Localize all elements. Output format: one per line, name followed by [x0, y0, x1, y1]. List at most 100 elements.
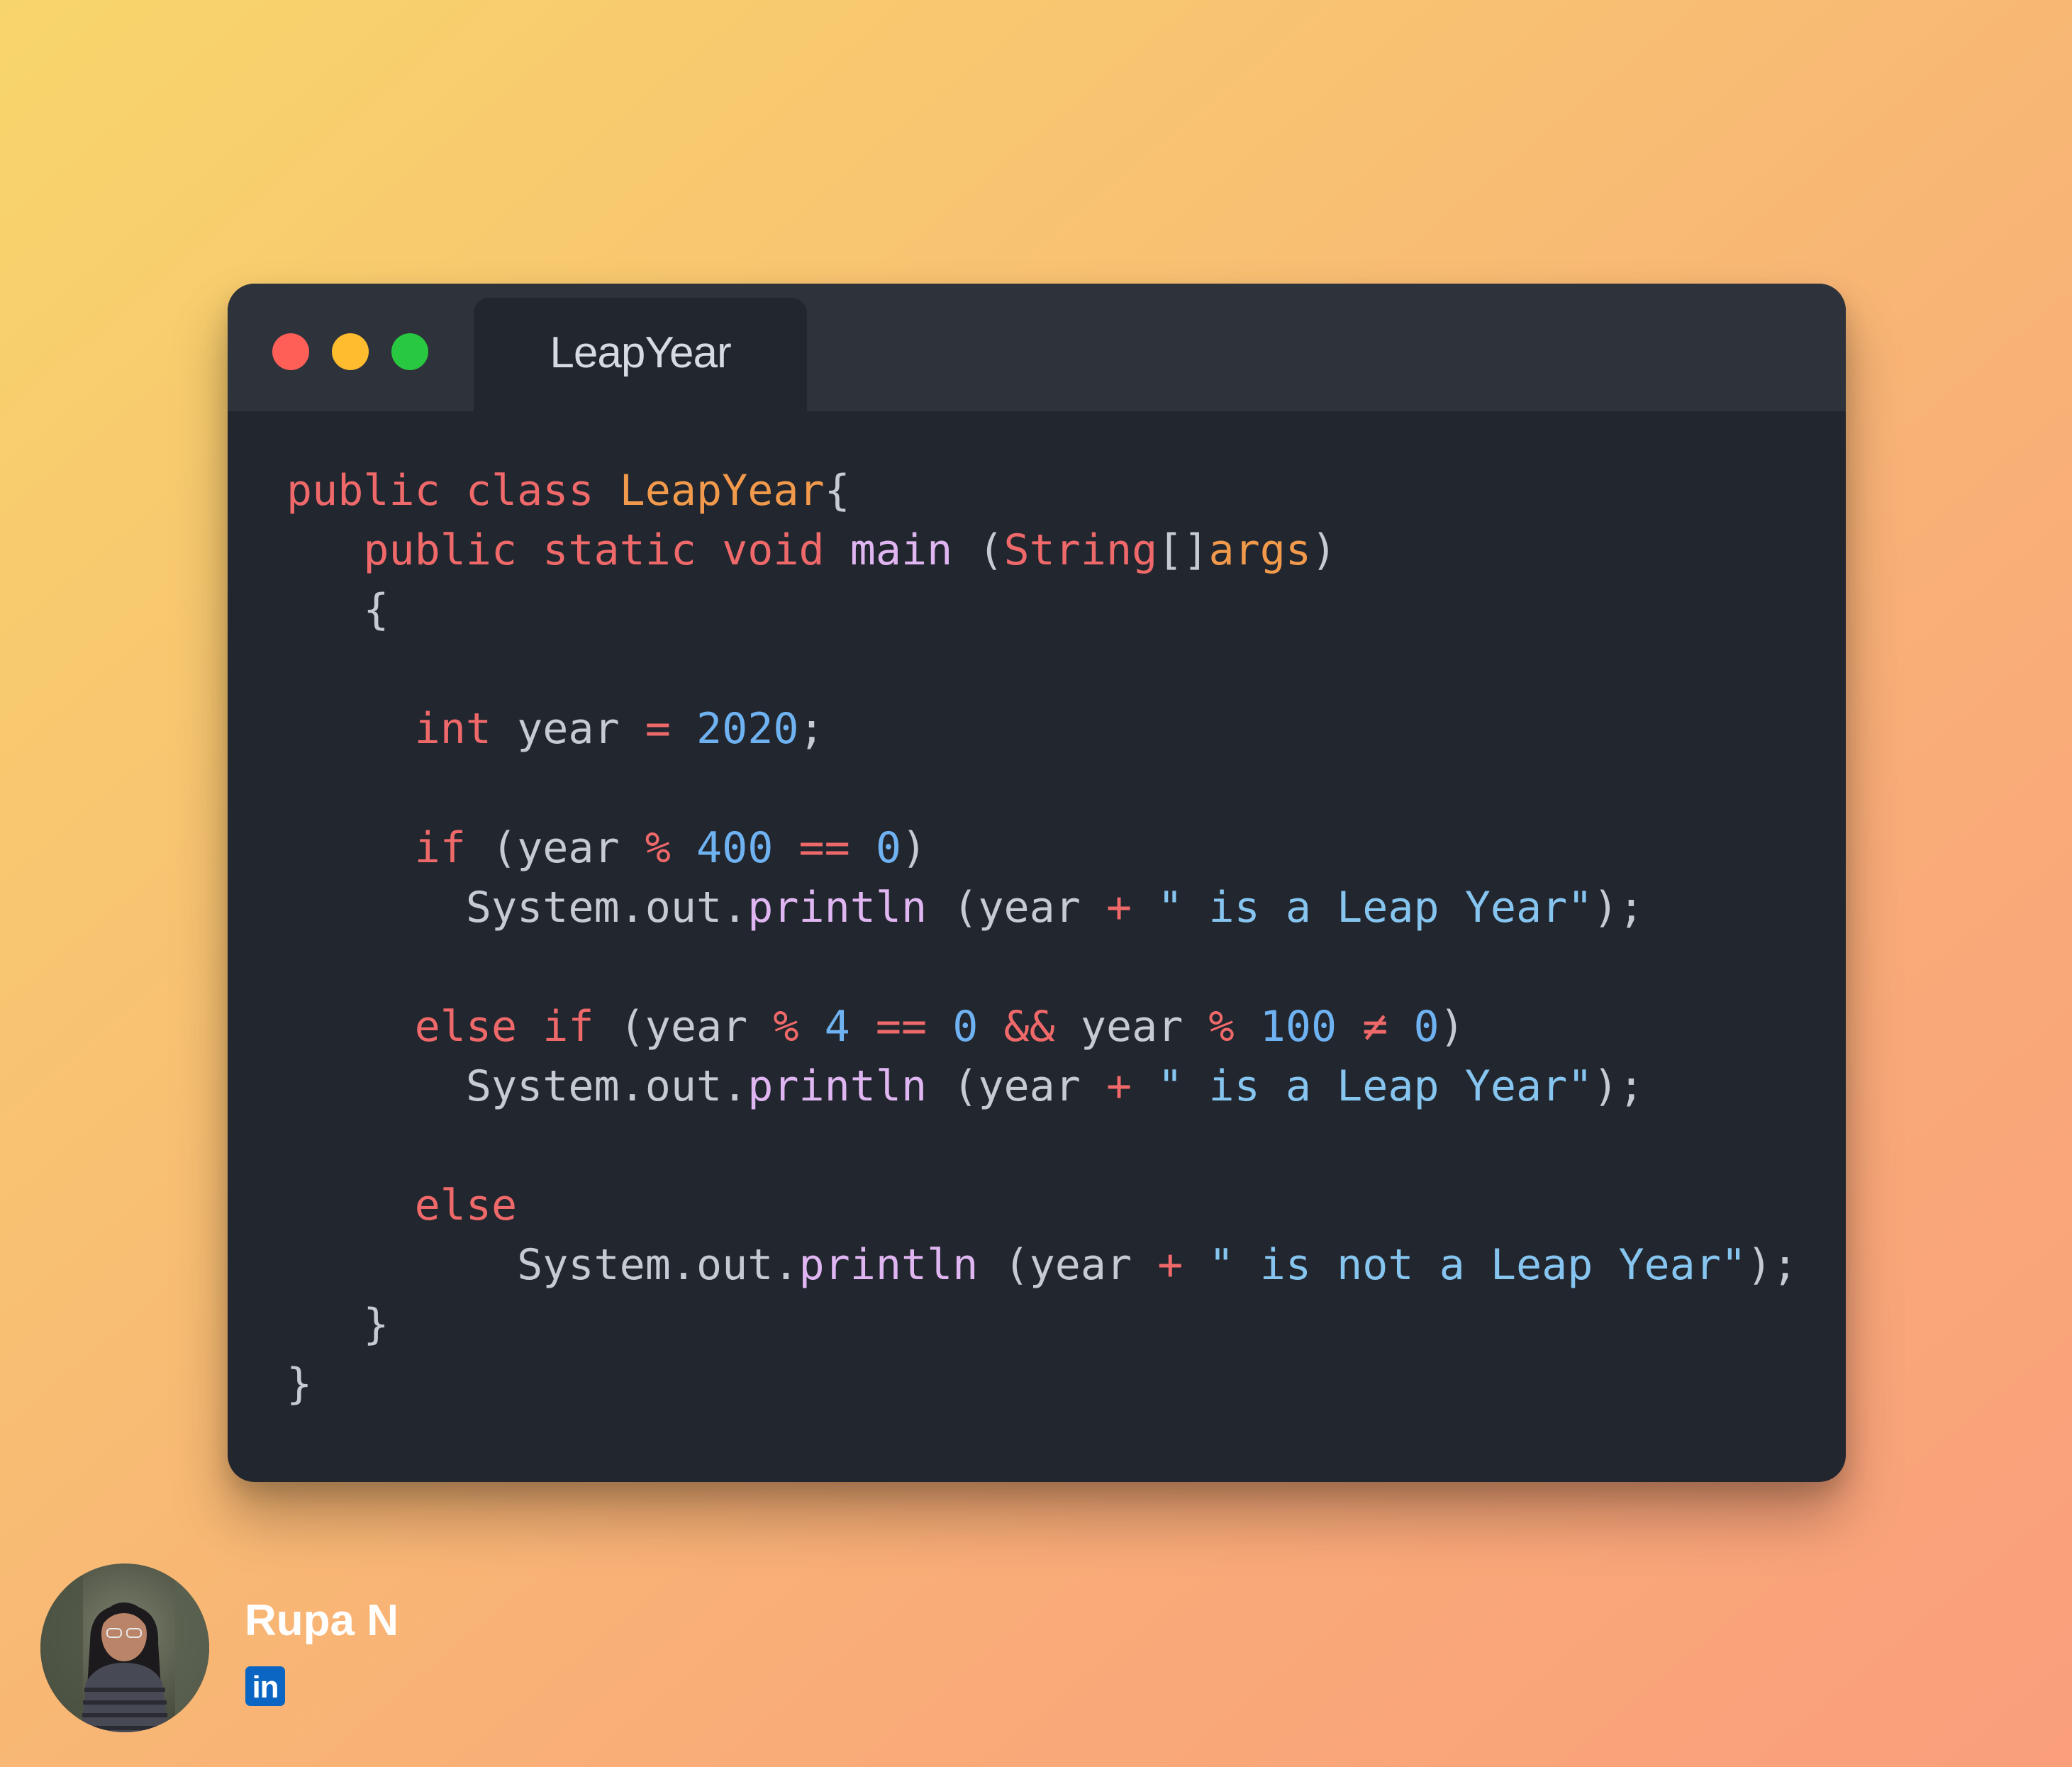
code-token: LeapYear — [619, 466, 825, 515]
tab-leapyear[interactable]: LeapYear — [474, 298, 807, 411]
code-token: ( — [952, 525, 1004, 575]
code-token: { — [824, 466, 850, 515]
close-window-button[interactable] — [272, 333, 309, 370]
author-name: Rupa N — [245, 1596, 399, 1645]
code-token: public class — [286, 466, 620, 515]
code-line: public static void main (String[]args) — [286, 520, 1798, 580]
code-token: ); — [1593, 883, 1644, 932]
code-token: println — [798, 1240, 979, 1290]
code-token: System.out. — [286, 883, 748, 932]
code-token: 2020 — [696, 704, 799, 754]
code-token: ; — [798, 704, 825, 754]
code-token: 0 — [875, 823, 901, 873]
code-token: 400 — [696, 823, 774, 873]
maximize-window-button[interactable] — [391, 333, 428, 370]
code-token: (year — [927, 883, 1106, 932]
linkedin-icon[interactable]: in — [245, 1666, 285, 1706]
code-token: = — [645, 704, 671, 754]
code-token: public static void — [363, 525, 850, 575]
code-token: else if — [414, 1002, 594, 1052]
code-token: 4 — [824, 1002, 850, 1052]
code-token: + — [1105, 1061, 1132, 1111]
code-line: System.out.println (year + " is not a Le… — [286, 1235, 1798, 1295]
code-token: % — [1208, 1002, 1235, 1052]
code-token: args — [1208, 525, 1311, 575]
minimize-window-button[interactable] — [332, 333, 369, 370]
code-token: (year — [927, 1061, 1106, 1111]
tab-label: LeapYear — [550, 328, 731, 377]
code-token: (year — [465, 823, 645, 873]
code-window: LeapYear public class LeapYear{ public s… — [228, 284, 1846, 1482]
code-editor[interactable]: public class LeapYear{ public static voi… — [286, 461, 1798, 1414]
code-token: year — [1054, 1002, 1209, 1052]
code-token: 0 — [952, 1002, 979, 1052]
code-line: public class LeapYear{ — [286, 461, 1798, 520]
code-token: + — [1157, 1240, 1183, 1290]
code-token: println — [747, 1061, 928, 1111]
code-line: } — [286, 1295, 1798, 1354]
code-token: + — [1105, 883, 1132, 932]
code-line: System.out.println (year + " is a Leap Y… — [286, 1057, 1798, 1116]
code-token: System.out. — [286, 1061, 748, 1111]
code-token: } — [286, 1300, 389, 1349]
code-line: else — [286, 1176, 1798, 1235]
code-token: [] — [1157, 525, 1209, 575]
code-token: ≠ — [1362, 1002, 1388, 1052]
code-line: int year = 2020; — [286, 699, 1798, 759]
code-token: println — [747, 883, 928, 932]
code-token: == — [798, 823, 850, 873]
code-token: 0 — [1413, 1002, 1439, 1052]
code-token: ) — [1310, 525, 1337, 575]
code-token: 100 — [1259, 1002, 1337, 1052]
code-line: if (year % 400 == 0) — [286, 818, 1798, 878]
code-token: (year — [594, 1002, 774, 1052]
code-token: else — [414, 1181, 518, 1230]
code-token: " is not a Leap Year" — [1208, 1240, 1747, 1290]
code-token: % — [773, 1002, 799, 1052]
code-token: " is a Leap Year" — [1157, 883, 1593, 932]
code-token: System.out. — [286, 1240, 799, 1290]
code-token: == — [875, 1002, 928, 1052]
code-line: System.out.println (year + " is a Leap Y… — [286, 878, 1798, 937]
code-token: } — [286, 1359, 313, 1409]
author-card: Rupa N in — [40, 1563, 608, 1734]
code-token: year — [491, 704, 645, 754]
code-line: else if (year % 4 == 0 && year % 100 ≠ 0… — [286, 997, 1798, 1057]
code-token: { — [286, 585, 389, 635]
code-token: (year — [978, 1240, 1158, 1290]
code-token: ); — [1593, 1061, 1644, 1111]
code-token: ) — [1439, 1002, 1465, 1052]
code-line: } — [286, 1354, 1798, 1414]
code-token: ) — [901, 823, 928, 873]
code-token: % — [645, 823, 671, 873]
code-token: main — [850, 525, 953, 575]
code-token: ); — [1747, 1240, 1798, 1290]
code-token: int — [414, 704, 491, 754]
code-line: { — [286, 580, 1798, 640]
avatar[interactable] — [40, 1563, 209, 1732]
code-token: String — [1003, 525, 1158, 575]
code-token: if — [414, 823, 466, 873]
